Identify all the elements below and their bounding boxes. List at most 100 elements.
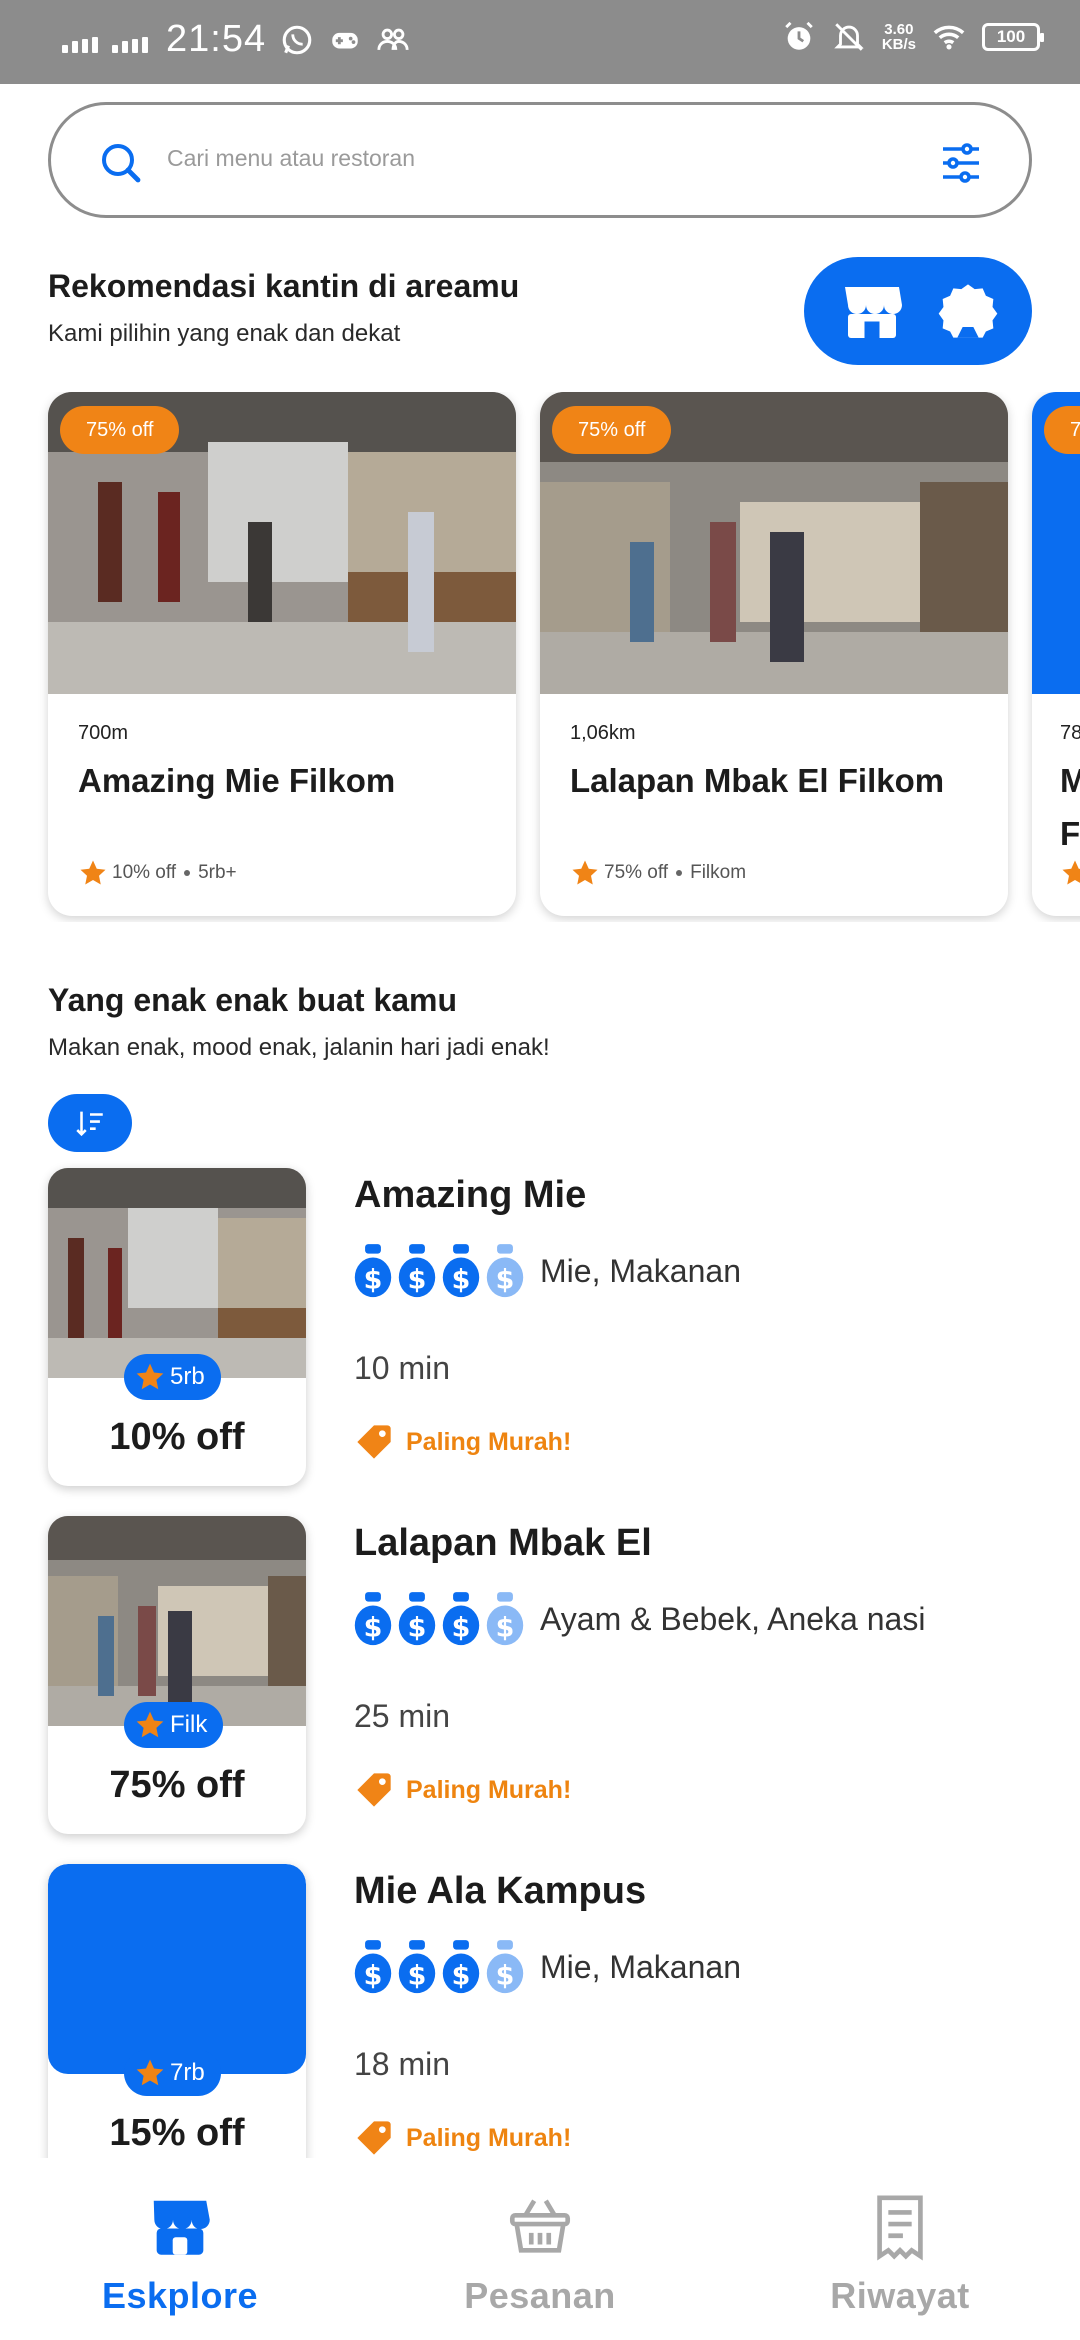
rating-badge: 5rb bbox=[124, 1354, 221, 1400]
restaurant-name: Lalapan Mbak El Filkom bbox=[570, 762, 945, 799]
wifi-icon bbox=[933, 25, 965, 50]
money-bag-icon: $ bbox=[354, 1592, 392, 1646]
list-subtitle: Makan enak, mood enak, jalanin hari jadi… bbox=[48, 1034, 550, 1061]
list-item[interactable]: 7rb 15% off Mie Ala Kampus $ $ $ $ Mie, … bbox=[0, 1856, 1080, 2158]
money-bag-icon: $ bbox=[398, 1940, 436, 1994]
discount-badge: 75% off bbox=[60, 406, 180, 454]
discount-badge: 75% off bbox=[552, 406, 672, 454]
status-bar: 21:54 3.60 KB/s 100 bbox=[0, 0, 1080, 84]
price-level: $ $ $ $ Mie, Makanan bbox=[354, 1244, 741, 1298]
discount-label: 10% off bbox=[109, 1416, 245, 1458]
group-icon bbox=[377, 28, 409, 50]
rating-badge: 7rb bbox=[124, 2050, 221, 2096]
discount-text: 75% off bbox=[604, 862, 669, 883]
restaurant-name: Mie Ala Kampus bbox=[354, 1870, 647, 1912]
nav-explore[interactable]: Eskplore bbox=[60, 2192, 300, 2317]
svg-text:$: $ bbox=[408, 1264, 427, 1295]
restaurant-name: M F bbox=[1060, 762, 1080, 852]
money-bag-icon: $ bbox=[398, 1244, 436, 1298]
svg-text:$: $ bbox=[364, 1612, 383, 1643]
svg-text:$: $ bbox=[452, 1612, 471, 1643]
money-bag-light-icon: $ bbox=[486, 1940, 524, 1994]
svg-text:$: $ bbox=[364, 1264, 383, 1295]
nav-orders-label: Pesanan bbox=[464, 2275, 616, 2316]
svg-text:$: $ bbox=[364, 1960, 383, 1991]
restaurant-photo-placeholder bbox=[48, 1864, 306, 2074]
promo-label: Paling Murah! bbox=[354, 1770, 571, 1810]
promo-label: Paling Murah! bbox=[354, 2118, 571, 2158]
star-icon bbox=[1062, 860, 1080, 885]
signal-icon-2 bbox=[112, 27, 148, 53]
promo-label: Paling Murah! bbox=[354, 1422, 571, 1462]
alarm-icon bbox=[785, 21, 813, 50]
svg-text:$: $ bbox=[408, 1612, 427, 1643]
thumbnail-card: Filk 75% off bbox=[48, 1516, 306, 1834]
star-icon bbox=[136, 1711, 164, 1738]
separator-dot bbox=[676, 870, 683, 876]
restaurant-name: Lalapan Mbak El bbox=[354, 1522, 652, 1564]
distance: 78 bbox=[1060, 722, 1080, 744]
price-tag-icon bbox=[357, 1425, 391, 1459]
recommend-carousel[interactable]: 75% off 700m Amazing Mie Filkom 10% off … bbox=[0, 392, 1080, 922]
list-item[interactable]: Filk 75% off Lalapan Mbak El $ $ $ $ Aya… bbox=[0, 1508, 1080, 1856]
money-bag-icon: $ bbox=[442, 1244, 480, 1298]
star-icon bbox=[80, 860, 106, 885]
money-bag-icon: $ bbox=[354, 1244, 392, 1298]
money-bag-icon: $ bbox=[442, 1940, 480, 1994]
cuisine-text: Mie, Makanan bbox=[540, 1252, 741, 1289]
store-icon[interactable] bbox=[836, 275, 908, 347]
star-icon bbox=[136, 1363, 164, 1390]
store-icon bbox=[153, 2200, 210, 2255]
discount-label: 15% off bbox=[109, 2112, 245, 2154]
meta-tag: Filkom bbox=[690, 862, 747, 883]
nav-history-label: Riwayat bbox=[830, 2275, 970, 2316]
star-icon bbox=[572, 860, 598, 885]
search-bar[interactable]: Cari menu atau restoran bbox=[48, 102, 1032, 218]
separator-dot bbox=[184, 870, 191, 876]
svg-text:$: $ bbox=[452, 1960, 471, 1991]
list-title: Yang enak enak buat kamu bbox=[48, 982, 458, 1018]
signal-icon bbox=[62, 27, 98, 53]
search-input[interactable]: Cari menu atau restoran bbox=[167, 145, 415, 172]
distance: 700m bbox=[78, 722, 129, 744]
filter-sliders-icon[interactable] bbox=[937, 139, 985, 187]
game-controller-icon bbox=[332, 32, 358, 48]
card-meta bbox=[1060, 858, 1080, 888]
delivery-time: 10 min bbox=[354, 1350, 451, 1386]
restaurant-photo bbox=[48, 1516, 306, 1726]
search-icon bbox=[102, 144, 141, 183]
svg-text:$: $ bbox=[496, 1612, 515, 1643]
sort-button[interactable] bbox=[48, 1094, 132, 1152]
rating-badge: Filk bbox=[124, 1702, 224, 1748]
restaurant-card[interactable]: 75% off 700m Amazing Mie Filkom 10% off … bbox=[48, 392, 516, 916]
view-toggle[interactable] bbox=[804, 257, 1032, 365]
restaurant-card[interactable]: 7 78 M F bbox=[1032, 392, 1080, 916]
nav-orders[interactable]: Pesanan bbox=[420, 2192, 660, 2317]
receipt-icon bbox=[877, 2195, 923, 2261]
discount-label: 75% off bbox=[109, 1764, 245, 1806]
restaurant-list[interactable]: 5rb 10% off Amazing Mie $ $ $ $ Mie, Mak… bbox=[0, 1160, 1080, 2158]
svg-text:$: $ bbox=[496, 1960, 515, 1991]
cuisine-text: Ayam & Bebek, Aneka nasi bbox=[540, 1600, 926, 1637]
battery-icon: 100 bbox=[982, 23, 1044, 51]
delivery-time: 25 min bbox=[354, 1698, 451, 1734]
money-bag-icon: $ bbox=[354, 1940, 392, 1994]
recommend-title: Rekomendasi kantin di areamu bbox=[48, 268, 520, 304]
money-bag-icon: $ bbox=[442, 1592, 480, 1646]
svg-text:$: $ bbox=[408, 1960, 427, 1991]
money-bag-icon: $ bbox=[398, 1592, 436, 1646]
list-item[interactable]: 5rb 10% off Amazing Mie $ $ $ $ Mie, Mak… bbox=[0, 1160, 1080, 1508]
nav-history[interactable]: Riwayat bbox=[780, 2192, 1020, 2317]
thumbnail-card: 5rb 10% off bbox=[48, 1168, 306, 1486]
restaurant-name: Amazing Mie Filkom bbox=[78, 762, 396, 799]
star-icon bbox=[136, 2059, 164, 2086]
svg-text:$: $ bbox=[452, 1264, 471, 1295]
money-bag-light-icon: $ bbox=[486, 1244, 524, 1298]
award-badge-icon[interactable] bbox=[936, 275, 1000, 347]
recommend-subtitle: Kami pilihin yang enak dan dekat bbox=[48, 320, 401, 347]
thumbnail-card: 7rb 15% off bbox=[48, 1864, 306, 2158]
nav-explore-label: Eskplore bbox=[101, 2275, 259, 2316]
delivery-time: 18 min bbox=[354, 2046, 451, 2082]
restaurant-card[interactable]: 75% off 1,06km Lalapan Mbak El Filkom 75… bbox=[540, 392, 1008, 916]
clock: 21:54 bbox=[166, 18, 267, 60]
